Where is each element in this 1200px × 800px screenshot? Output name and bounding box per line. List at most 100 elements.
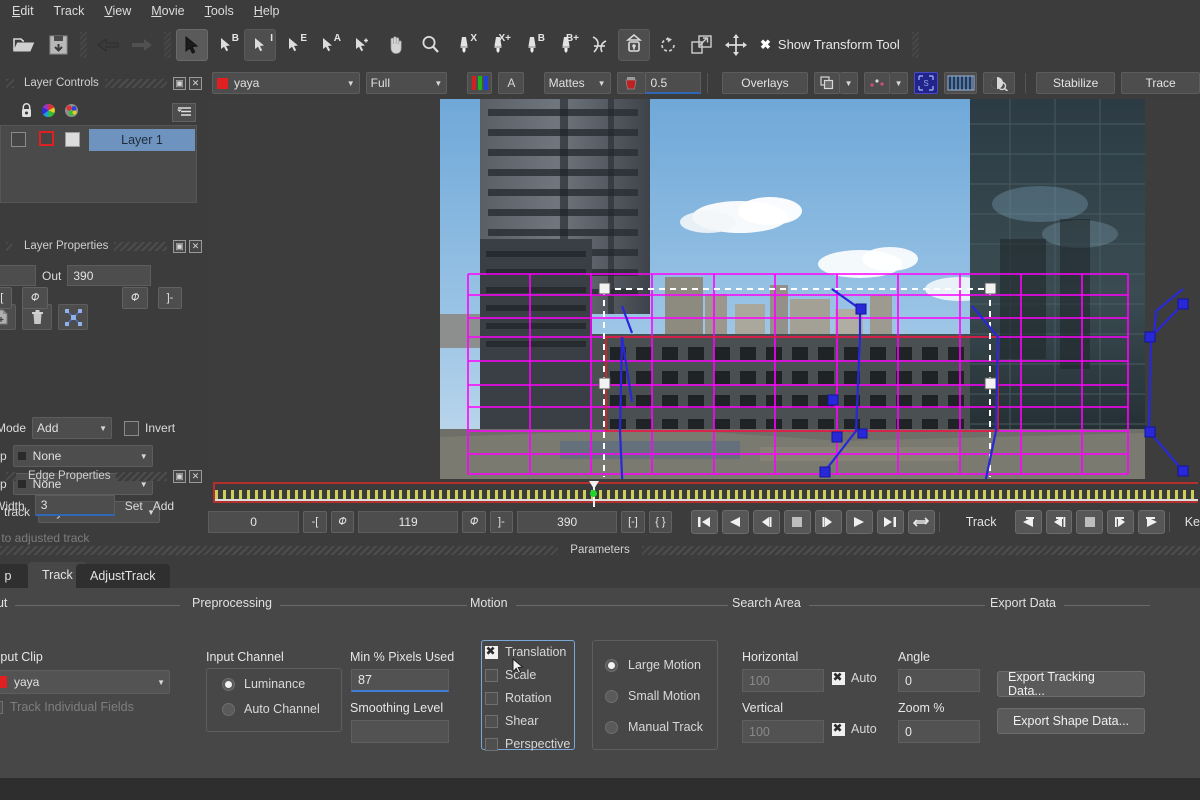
layer-matte-checkbox[interactable]: [65, 132, 80, 147]
rotate-icon[interactable]: [652, 29, 684, 61]
layer-list[interactable]: Layer 1: [0, 125, 197, 203]
edge-set-button[interactable]: Set: [125, 499, 143, 513]
timeline-ruler[interactable]: [213, 481, 1198, 507]
points-icon[interactable]: [864, 72, 891, 94]
mask-icon[interactable]: [983, 72, 1015, 94]
menu-item-help[interactable]: Help: [244, 2, 290, 20]
play-backward-icon[interactable]: [721, 510, 749, 534]
panel-menu-icon[interactable]: [172, 102, 196, 122]
motion-mode-manual[interactable]: Manual Track: [605, 720, 703, 734]
play-forward-icon[interactable]: [845, 510, 873, 534]
loop-icon[interactable]: [907, 510, 935, 534]
color-picker-icon[interactable]: [64, 103, 79, 121]
zoom-percent-field[interactable]: 0: [898, 720, 980, 743]
surface-icon[interactable]: S: [914, 72, 939, 94]
float-panel-icon[interactable]: ▣: [173, 469, 186, 483]
pointer-select-icon[interactable]: [176, 28, 208, 61]
out-keyframe-icon[interactable]: 𝛷: [122, 287, 148, 309]
list-item[interactable]: Layer 1: [89, 129, 195, 151]
layers-icon[interactable]: [814, 72, 841, 94]
in-bracket-icon[interactable]: -[: [0, 287, 12, 309]
clip-selector[interactable]: yaya ▼: [212, 72, 360, 94]
move-icon[interactable]: [720, 29, 752, 61]
close-icon[interactable]: ✕: [189, 239, 202, 253]
menu-item-track[interactable]: Track: [44, 2, 95, 20]
vertical-auto-checkbox[interactable]: [832, 721, 845, 736]
angle-field[interactable]: 0: [898, 669, 980, 692]
clip1-selector[interactable]: None ▼: [12, 445, 153, 467]
overlays-button[interactable]: Overlays: [721, 72, 809, 94]
range-icon[interactable]: [-]: [621, 511, 645, 533]
folder-open-icon[interactable]: [8, 29, 40, 61]
pointer-a-icon[interactable]: A: [312, 29, 344, 61]
key-right-icon[interactable]: 𝛷: [462, 511, 486, 533]
pen-b-plus-icon[interactable]: B+: [550, 29, 582, 61]
color-wheel-icon[interactable]: [41, 103, 56, 121]
small-motion-radio[interactable]: [605, 689, 618, 703]
key-left-icon[interactable]: 𝛷: [330, 511, 355, 533]
large-motion-radio[interactable]: [605, 658, 618, 672]
bezier-icon[interactable]: [584, 29, 616, 61]
tab-adjusttrack[interactable]: AdjustTrack: [76, 564, 170, 588]
save-icon[interactable]: [42, 29, 74, 61]
track-back-one-icon[interactable]: [1045, 510, 1073, 534]
step-forward-icon[interactable]: [814, 510, 842, 534]
hand-icon[interactable]: [380, 29, 412, 61]
smoothing-level-field[interactable]: [351, 720, 449, 743]
translation-checkbox[interactable]: [485, 644, 498, 659]
motion-type-perspective[interactable]: Perspective: [485, 737, 570, 751]
grid-icon[interactable]: [944, 72, 978, 94]
stabilize-button[interactable]: Stabilize: [1036, 72, 1116, 94]
pen-x-icon[interactable]: X: [448, 29, 480, 61]
panel-drag-hatch-right[interactable]: [104, 78, 167, 88]
track-individual-fields-checkbox[interactable]: [0, 700, 3, 714]
invert-checkbox[interactable]: [124, 420, 140, 436]
edge-add-button[interactable]: Add: [153, 499, 174, 513]
panel-drag-hatch-right[interactable]: [114, 241, 167, 251]
panel-drag-hatch-left[interactable]: [6, 241, 12, 251]
layer-visibility-checkbox[interactable]: [11, 132, 26, 147]
motion-mode-large[interactable]: Large Motion: [605, 658, 703, 672]
motion-type-translation[interactable]: Translation: [485, 644, 570, 659]
track-fwd-one-icon[interactable]: [1107, 510, 1135, 534]
min-pixels-field[interactable]: 87: [351, 669, 449, 692]
motion-mode-small[interactable]: Small Motion: [605, 689, 703, 703]
in-field[interactable]: [0, 265, 36, 286]
timeline-ruler-bar[interactable]: [208, 479, 1200, 507]
arrow-right-icon[interactable]: [126, 29, 158, 61]
show-transform-tool-toggle[interactable]: ✖ Show Transform Tool: [760, 37, 900, 53]
resolution-selector[interactable]: Full ▼: [365, 72, 448, 94]
skip-start-icon[interactable]: [690, 510, 718, 534]
close-icon[interactable]: ✕: [189, 469, 202, 483]
auto-channel-radio[interactable]: [222, 702, 235, 716]
timeline-in-field[interactable]: 0: [208, 511, 300, 533]
pointer-b-icon[interactable]: B: [210, 29, 242, 61]
motion-type-scale[interactable]: Scale: [485, 668, 570, 682]
input-clip-selector[interactable]: yaya ▼: [0, 670, 170, 694]
panel-drag-hatch-left[interactable]: [6, 78, 14, 88]
horizontal-auto-checkbox[interactable]: [832, 670, 845, 685]
magnifier-icon[interactable]: [414, 29, 446, 61]
scale-checkbox[interactable]: [485, 668, 498, 682]
skip-end-icon[interactable]: [876, 510, 904, 534]
matte-bucket-icon[interactable]: [616, 72, 645, 94]
viewer-canvas[interactable]: [208, 99, 1200, 479]
mattes-selector[interactable]: Mattes ▼: [543, 72, 611, 94]
perspective-checkbox[interactable]: [485, 737, 498, 751]
track-back-all-icon[interactable]: [1014, 510, 1042, 534]
track-fwd-all-icon[interactable]: [1138, 510, 1166, 534]
mode-selector[interactable]: Add ▼: [32, 417, 113, 439]
out-bracket-icon[interactable]: ]-: [158, 287, 182, 309]
pen-x-plus-icon[interactable]: X+: [482, 29, 514, 61]
rotation-checkbox[interactable]: [485, 691, 498, 705]
lock-icon[interactable]: [618, 28, 650, 61]
panel-drag-hatch-left[interactable]: [0, 545, 559, 555]
out-field[interactable]: 390: [67, 265, 152, 286]
in-keyframe-icon[interactable]: 𝛷: [22, 287, 48, 309]
pointer-plus-icon[interactable]: [346, 29, 378, 61]
timeline-current-field[interactable]: 119: [358, 511, 459, 533]
arrow-left-icon[interactable]: [92, 29, 124, 61]
panel-drag-hatch-right[interactable]: [641, 545, 1200, 555]
vertical-field[interactable]: 100: [742, 720, 824, 743]
rgb-channels-icon[interactable]: [466, 72, 493, 94]
